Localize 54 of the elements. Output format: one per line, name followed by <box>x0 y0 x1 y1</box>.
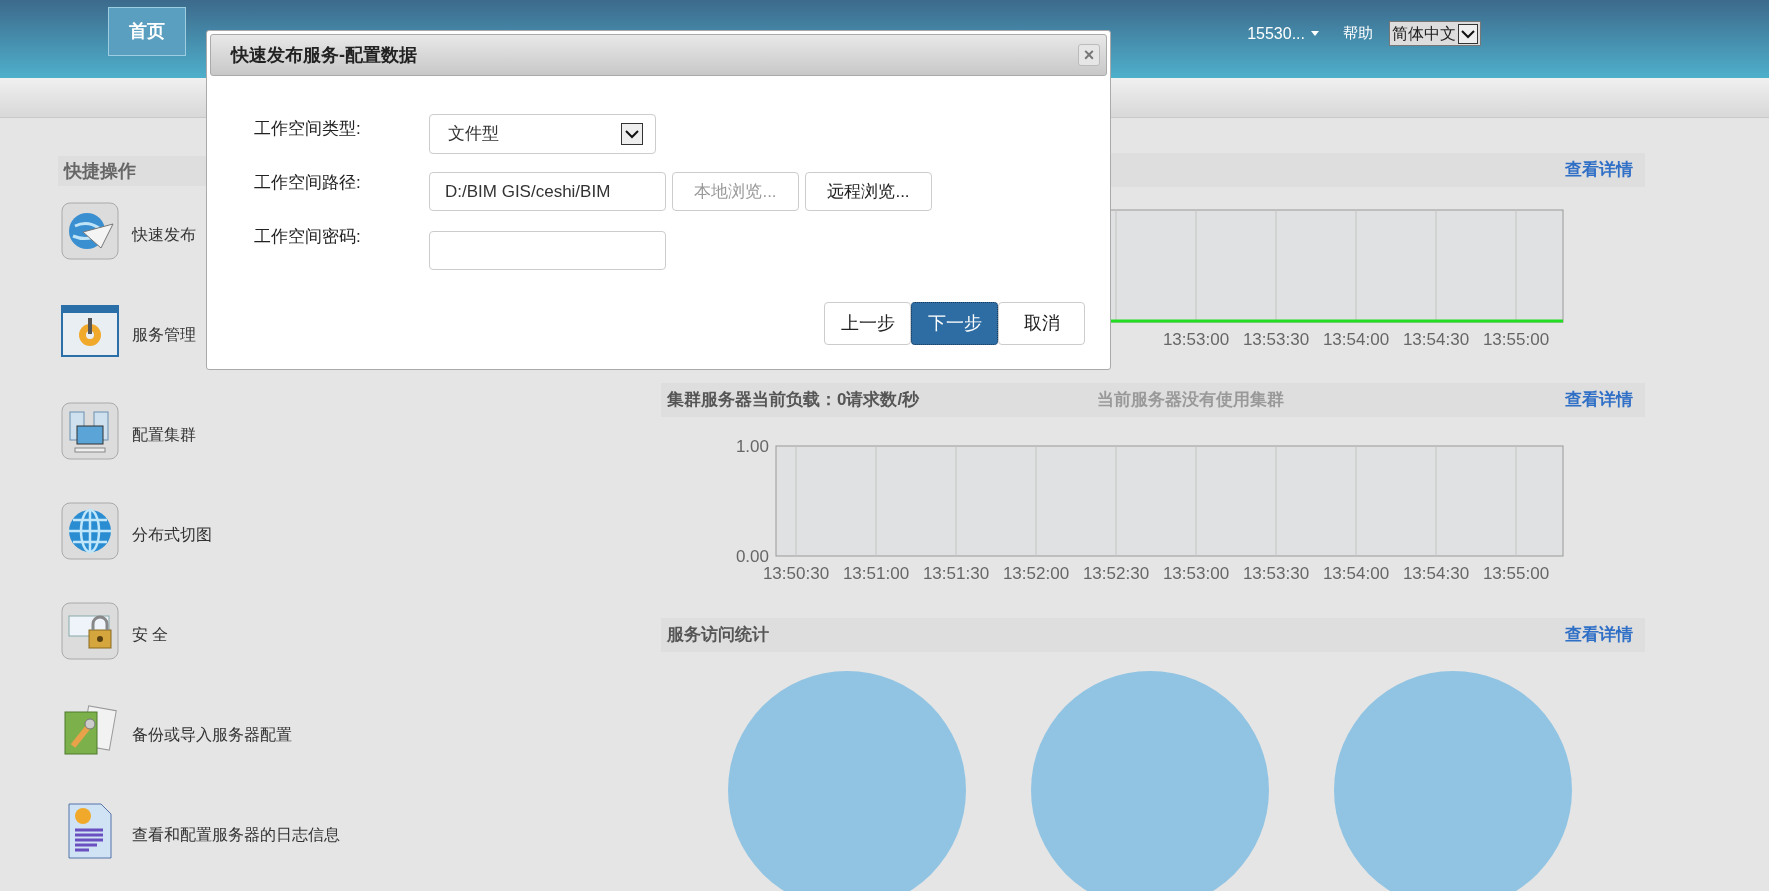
axis-label: 13:54:30 <box>1402 330 1470 349</box>
axis-label: 13:55:00 <box>1482 330 1550 349</box>
globe-icon <box>61 502 119 560</box>
axis-label: 13:53:30 <box>1242 564 1310 583</box>
field-label: 工作空间类型: <box>254 118 362 140</box>
dialog-button[interactable]: 上一步 <box>824 302 911 345</box>
language-select[interactable]: 简体中文 <box>1389 21 1481 46</box>
axis-label: 13:55:00 <box>1482 564 1550 583</box>
axis-label: 13:53:00 <box>1162 564 1230 583</box>
axis-label: 13:52:30 <box>1082 564 1150 583</box>
axis-label: 13:50:30 <box>762 564 830 583</box>
dialog-button[interactable]: 取消 <box>998 302 1085 345</box>
details-link[interactable]: 查看详情 <box>1565 387 1633 413</box>
cluster-note: 当前服务器没有使用集群 <box>1097 389 1284 412</box>
quick-action-link[interactable]: 安 全 <box>132 623 169 647</box>
axis-label: 13:51:30 <box>922 564 990 583</box>
dialog-title: 快速发布服务-配置数据 <box>231 43 417 67</box>
quick-action-link[interactable]: 服务管理 <box>132 323 196 347</box>
axis-label: 13:52:00 <box>1002 564 1070 583</box>
axis-label: 1.00 <box>735 437 769 456</box>
dropdown-icon <box>1458 23 1478 44</box>
section-title: 快捷操作 <box>64 159 136 183</box>
field-label: 工作空间路径: <box>254 172 362 194</box>
panel-title: 集群服务器当前负载：0请求数/秒 <box>667 389 921 412</box>
axis-label: 13:54:00 <box>1322 564 1390 583</box>
workspace-type-select[interactable]: 文件型 <box>429 114 656 154</box>
field-label: 工作空间密码: <box>254 226 362 248</box>
quick-action-link[interactable]: 配置集群 <box>132 423 196 447</box>
quick-action-link[interactable]: 备份或导入服务器配置 <box>132 723 292 747</box>
details-link[interactable]: 查看详情 <box>1565 157 1633 183</box>
globe-plane-icon <box>61 202 119 260</box>
help-link[interactable]: 帮助 <box>1343 22 1373 45</box>
workspace-path-field[interactable]: D:/BIM GIS/ceshi/BIM <box>429 172 666 211</box>
workspace-password-field[interactable] <box>429 231 666 270</box>
user-menu[interactable]: 15530... <box>1247 21 1319 46</box>
axis-label: 0.00 <box>735 547 769 566</box>
quick-action-link[interactable]: 快速发布 <box>132 223 196 247</box>
dialog-button[interactable]: 下一步 <box>911 302 998 345</box>
computer-servers-icon <box>61 402 119 460</box>
axis-label: 13:53:30 <box>1242 330 1310 349</box>
axis-label: 13:54:00 <box>1322 330 1390 349</box>
axis-label: 13:53:00 <box>1162 330 1230 349</box>
window-gear-icon <box>61 302 119 360</box>
quick-action-link[interactable]: 查看和配置服务器的日志信息 <box>132 823 340 847</box>
axis-label: 13:54:30 <box>1402 564 1470 583</box>
details-link[interactable]: 查看详情 <box>1565 622 1633 648</box>
axis-label: 13:51:00 <box>842 564 910 583</box>
password-lock-icon <box>61 602 119 660</box>
close-button[interactable]: × <box>1078 44 1100 66</box>
dropdown-icon <box>621 123 643 145</box>
quick-action-link[interactable]: 分布式切图 <box>132 523 212 547</box>
panel-title: 服务访问统计 <box>667 624 770 647</box>
caret-icon <box>1311 31 1319 36</box>
browse-button[interactable]: 远程浏览... <box>805 172 932 211</box>
